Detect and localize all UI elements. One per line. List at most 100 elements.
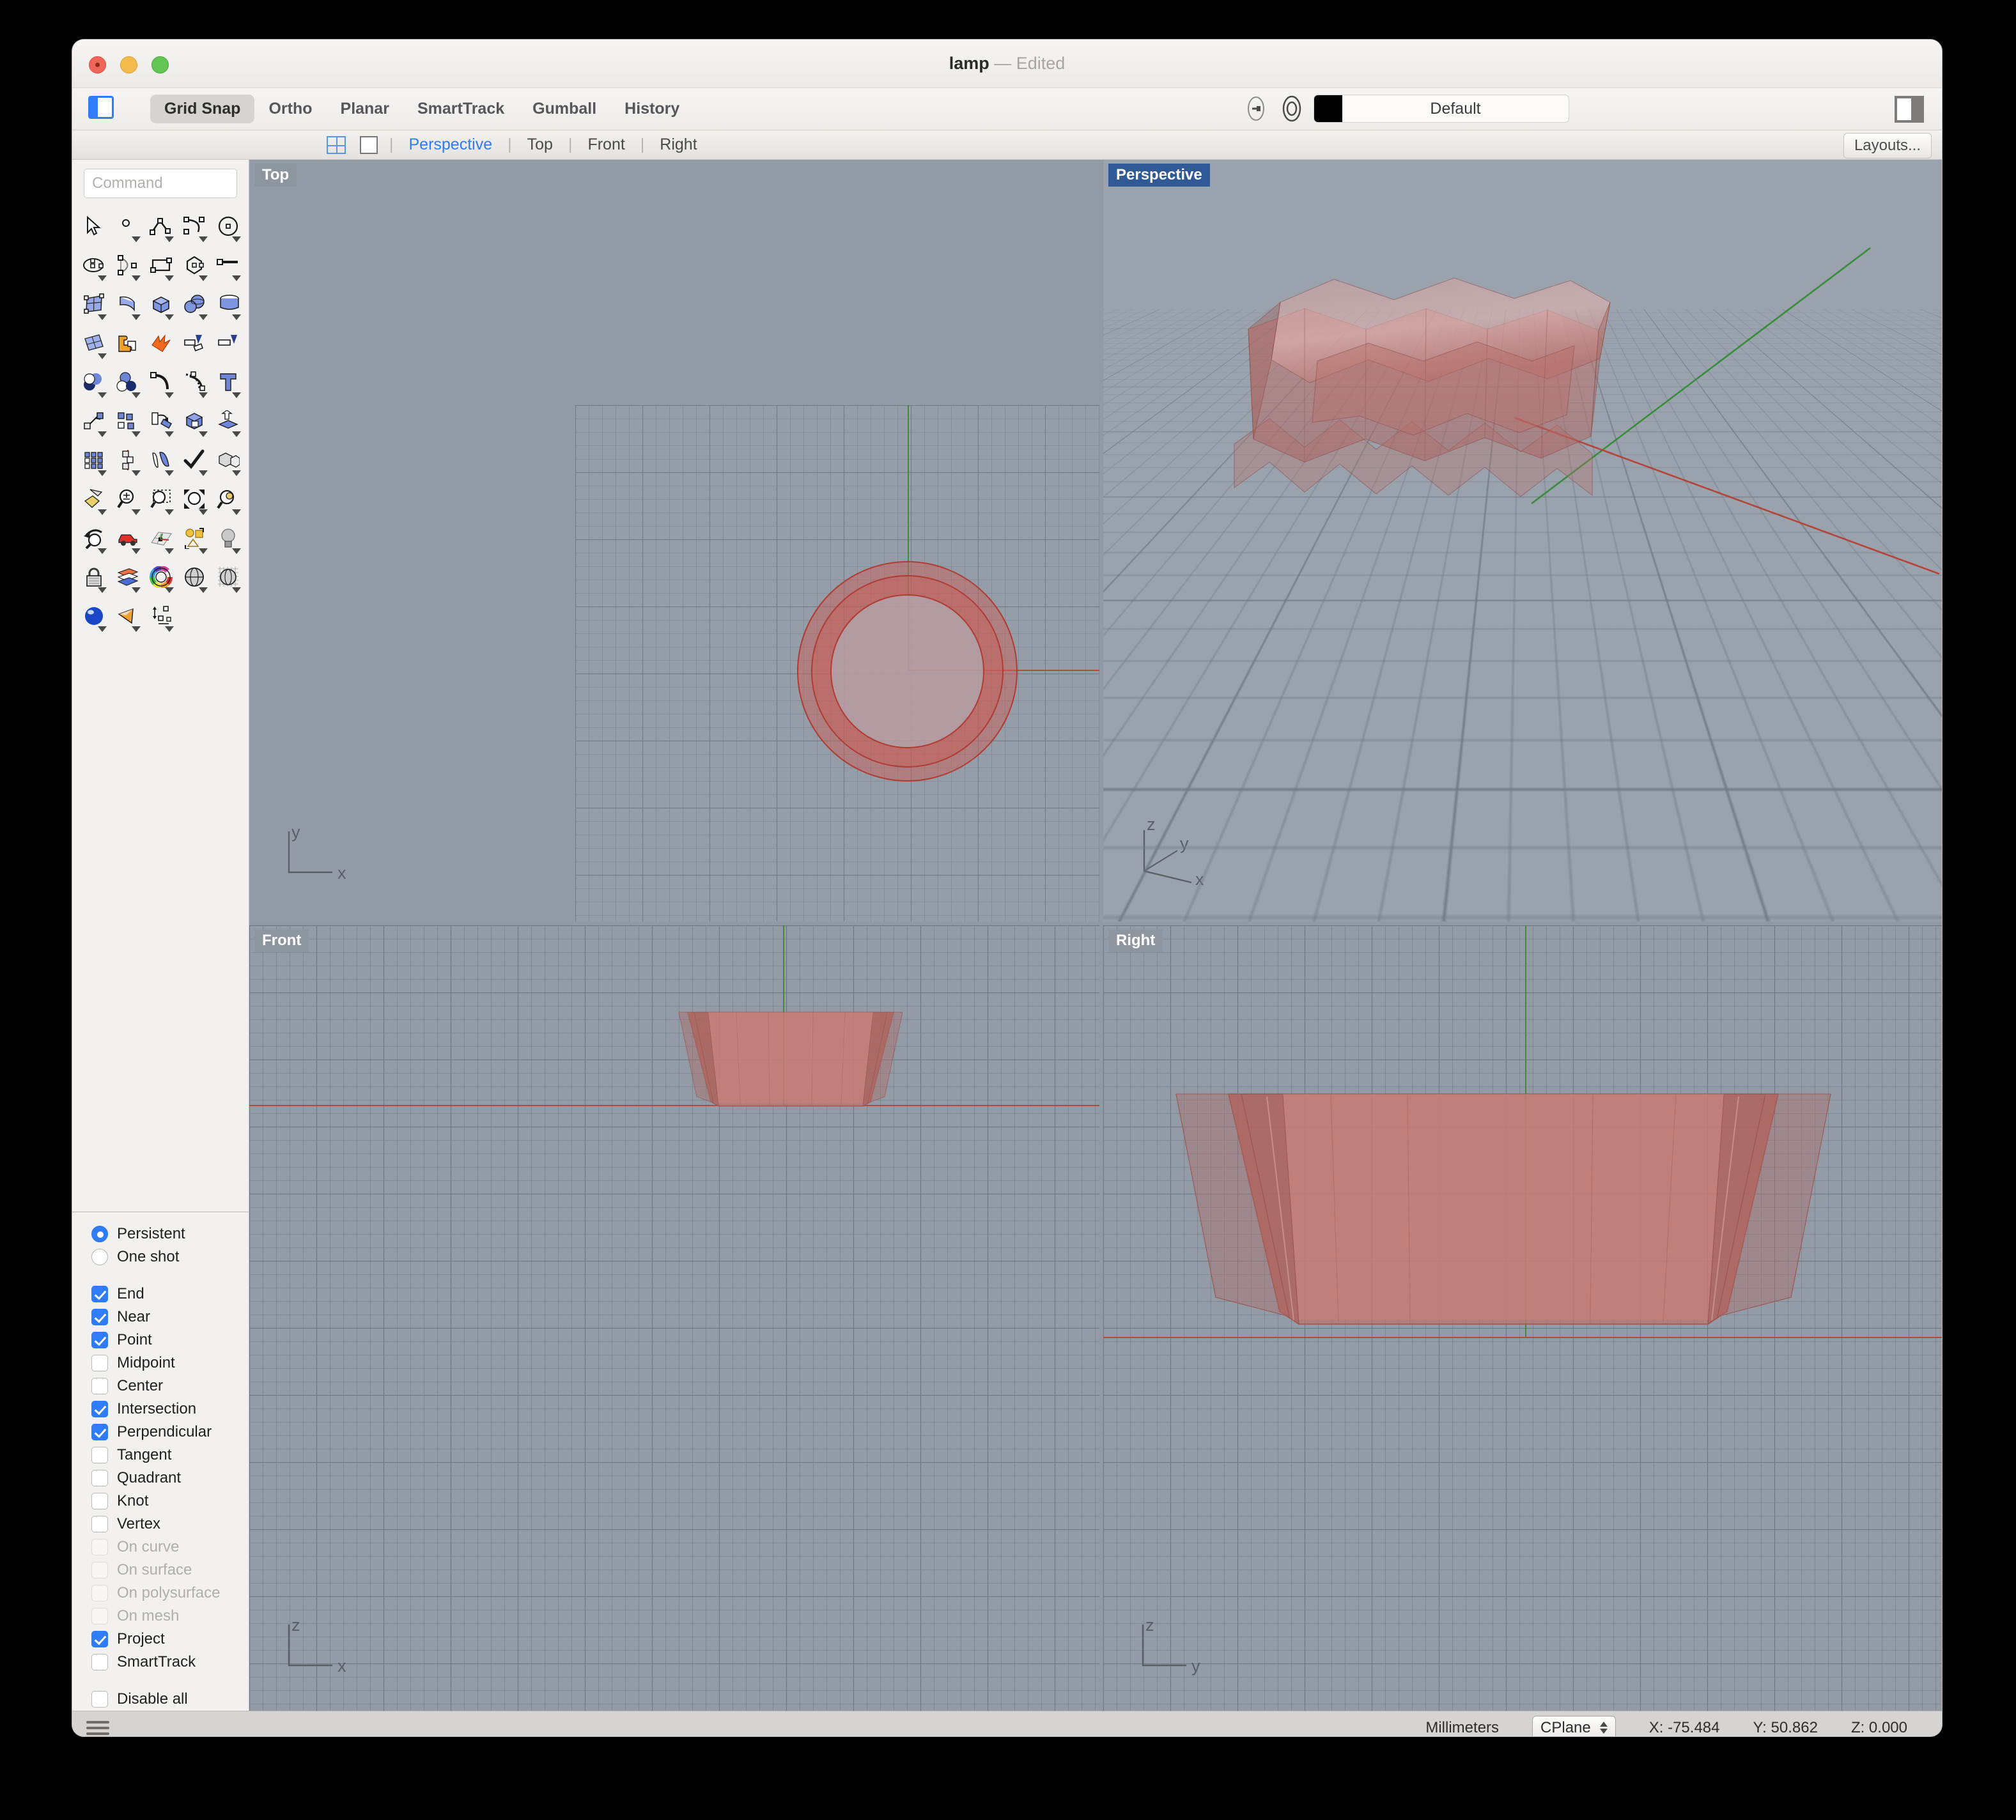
viewport-right-label[interactable]: Right bbox=[1108, 929, 1163, 952]
tool-pan-icon[interactable] bbox=[77, 480, 111, 518]
checkbox-point[interactable] bbox=[91, 1332, 108, 1348]
tab-front[interactable]: Front bbox=[584, 135, 628, 154]
tool-surface-from-points-icon[interactable] bbox=[77, 285, 111, 323]
checkbox-center[interactable] bbox=[91, 1378, 108, 1394]
checkbox-near[interactable] bbox=[91, 1309, 108, 1325]
layer-selector[interactable]: Default bbox=[1314, 95, 1569, 123]
tool-select-arrow[interactable] bbox=[77, 207, 111, 245]
tool-select-objects-icon[interactable] bbox=[178, 519, 211, 557]
tool-layers-icon[interactable] bbox=[111, 558, 144, 596]
viewport-front-label[interactable]: Front bbox=[254, 929, 309, 952]
tool-sphere-boolean-icon[interactable] bbox=[178, 285, 211, 323]
tool-mesh-icon[interactable] bbox=[77, 324, 111, 362]
tool-arc-icon[interactable] bbox=[111, 246, 144, 284]
tool-text-icon[interactable] bbox=[212, 363, 245, 401]
tool-move-icon[interactable] bbox=[77, 402, 111, 440]
snap-item-midpoint[interactable]: Midpoint bbox=[72, 1352, 249, 1375]
tool-line-icon[interactable] bbox=[212, 246, 245, 284]
tool-scale-icon[interactable] bbox=[178, 402, 211, 440]
tool-lock-icon[interactable] bbox=[77, 558, 111, 596]
tool-trim-icon[interactable] bbox=[212, 324, 245, 362]
four-view-layout-icon[interactable] bbox=[327, 136, 346, 154]
mode-planar[interactable]: Planar bbox=[327, 95, 403, 123]
tool-walkthrough-icon[interactable] bbox=[111, 519, 144, 557]
tool-explode-icon[interactable] bbox=[144, 324, 178, 362]
tool-offset-curve-icon[interactable] bbox=[178, 363, 211, 401]
lamp-right-view-geometry[interactable] bbox=[1171, 1086, 1836, 1342]
tool-light-icon[interactable] bbox=[212, 519, 245, 557]
tool-polyline-icon[interactable] bbox=[144, 207, 178, 245]
single-view-layout-icon[interactable] bbox=[360, 136, 378, 154]
tool-point-icon[interactable] bbox=[111, 207, 144, 245]
checkbox-tangent[interactable] bbox=[91, 1447, 108, 1463]
tool-offset-surface-icon[interactable] bbox=[144, 441, 178, 479]
viewport-right[interactable]: Right z y bbox=[1103, 925, 1942, 1711]
snap-item-perpendicular[interactable]: Perpendicular bbox=[72, 1421, 249, 1444]
checkbox-vertex[interactable] bbox=[91, 1516, 108, 1532]
tool-dimension-icon[interactable] bbox=[144, 597, 178, 635]
checkbox-smarttrack[interactable] bbox=[91, 1654, 108, 1670]
snap-item-intersection[interactable]: Intersection bbox=[72, 1398, 249, 1421]
tool-color-wheel-icon[interactable] bbox=[144, 558, 178, 596]
hamburger-menu-icon[interactable] bbox=[86, 1718, 109, 1737]
tab-right[interactable]: Right bbox=[656, 135, 701, 154]
viewport-top[interactable]: Top y x bbox=[249, 160, 1099, 922]
tab-top[interactable]: Top bbox=[523, 135, 557, 154]
tool-rectangle-icon[interactable] bbox=[144, 246, 178, 284]
tool-box-icon[interactable] bbox=[144, 285, 178, 323]
viewport-perspective-label[interactable]: Perspective bbox=[1108, 164, 1210, 187]
snap-item-disable-all[interactable]: Disable all bbox=[72, 1688, 249, 1711]
checkbox-end[interactable] bbox=[91, 1286, 108, 1302]
tool-curve-icon[interactable] bbox=[178, 207, 211, 245]
mode-ortho[interactable]: Ortho bbox=[254, 95, 326, 123]
tool-polygon-icon[interactable] bbox=[178, 246, 211, 284]
tab-perspective[interactable]: Perspective bbox=[405, 135, 497, 154]
tool-boolean-union-icon[interactable] bbox=[77, 363, 111, 401]
tool-extrude-surface-icon[interactable] bbox=[111, 285, 144, 323]
tool-circle-icon[interactable] bbox=[212, 207, 245, 245]
tool-zoom-icon[interactable] bbox=[111, 480, 144, 518]
tool-boolean-difference-icon[interactable] bbox=[111, 363, 144, 401]
sidebar-toggle-icon[interactable] bbox=[88, 96, 114, 119]
checkbox-intersection[interactable] bbox=[91, 1401, 108, 1417]
snap-item-project[interactable]: Project bbox=[72, 1628, 249, 1651]
mode-smarttrack[interactable]: SmartTrack bbox=[403, 95, 518, 123]
snap-item-tangent[interactable]: Tangent bbox=[72, 1444, 249, 1467]
tool-fillet-curve-icon[interactable] bbox=[144, 363, 178, 401]
snap-item-near[interactable]: Near bbox=[72, 1306, 249, 1329]
snap-item-quadrant[interactable]: Quadrant bbox=[72, 1467, 249, 1490]
lamp-perspective-geometry[interactable] bbox=[1209, 233, 1669, 591]
radio-one-shot[interactable] bbox=[91, 1249, 108, 1265]
radio-persistent[interactable] bbox=[91, 1226, 108, 1242]
tool-material-sphere-icon[interactable] bbox=[77, 597, 111, 635]
snap-mode-persistent[interactable]: Persistent bbox=[72, 1222, 249, 1245]
cplane-selector[interactable]: CPlane bbox=[1532, 1716, 1616, 1737]
tool-extrude-up-icon[interactable] bbox=[212, 402, 245, 440]
tool-spotlight-icon[interactable] bbox=[111, 597, 144, 635]
tool-render-preview-icon[interactable] bbox=[212, 558, 245, 596]
checkbox-knot[interactable] bbox=[91, 1493, 108, 1509]
viewport-top-label[interactable]: Top bbox=[254, 164, 297, 187]
checkbox-perpendicular[interactable] bbox=[91, 1424, 108, 1440]
tool-mirror-icon[interactable] bbox=[111, 441, 144, 479]
tool-split-icon[interactable] bbox=[212, 441, 245, 479]
layer-visibility-icon[interactable] bbox=[1242, 93, 1270, 124]
layer-lock-icon[interactable] bbox=[1278, 93, 1306, 124]
tool-cylinder-icon[interactable] bbox=[212, 285, 245, 323]
tool-zoom-extents-icon[interactable] bbox=[178, 480, 211, 518]
layer-color-swatch[interactable] bbox=[1314, 95, 1342, 122]
tool-shade-icon[interactable] bbox=[178, 558, 211, 596]
checkbox-midpoint[interactable] bbox=[91, 1355, 108, 1371]
tool-zoom-selected-icon[interactable] bbox=[212, 480, 245, 518]
tool-rotate-icon[interactable] bbox=[144, 402, 178, 440]
snap-item-smarttrack[interactable]: SmartTrack bbox=[72, 1651, 249, 1674]
mode-grid-snap[interactable]: Grid Snap bbox=[150, 95, 254, 123]
chevron-updown-icon[interactable] bbox=[1600, 1722, 1608, 1734]
tool-puzzle-icon[interactable] bbox=[111, 324, 144, 362]
tool-copy-icon[interactable] bbox=[111, 402, 144, 440]
viewport-front[interactable]: Front z x bbox=[249, 925, 1099, 1711]
snap-item-knot[interactable]: Knot bbox=[72, 1490, 249, 1513]
tool-cplane-icon[interactable] bbox=[144, 519, 178, 557]
checkbox-disable-all[interactable] bbox=[91, 1691, 108, 1708]
right-panel-toggle-icon[interactable] bbox=[1895, 96, 1924, 123]
